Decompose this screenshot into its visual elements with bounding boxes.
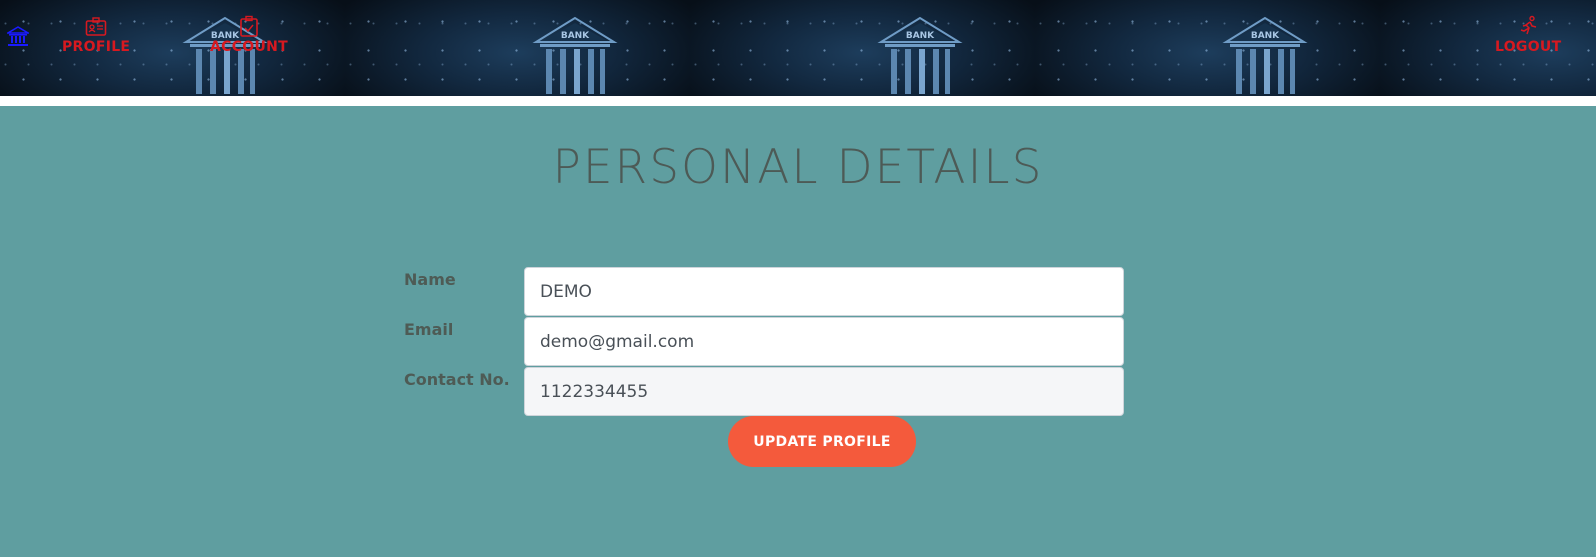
nav-profile-link[interactable]: PROFILE <box>62 17 130 55</box>
nav-logout-label: LOGOUT <box>1495 39 1562 55</box>
page-title: PERSONAL DETAILS <box>552 140 1044 195</box>
contact-label: Contact No. <box>404 370 510 389</box>
bank-banner-tile <box>0 0 345 96</box>
running-man-icon <box>1520 15 1537 35</box>
bank-banner-tile <box>1380 0 1596 96</box>
bank-banner-tile <box>690 0 1035 96</box>
nav-logout-link[interactable]: LOGOUT <box>1495 15 1561 55</box>
header-divider <box>0 96 1596 106</box>
bank-building-graphic: BANK <box>532 16 618 94</box>
bank-icon[interactable] <box>7 25 29 47</box>
name-label: Name <box>404 270 456 289</box>
nav-account-link[interactable]: ACCOUNT <box>210 15 288 55</box>
bank-banner-tile <box>345 0 690 96</box>
update-profile-button[interactable]: UPDATE PROFILE <box>728 416 916 467</box>
svg-text:BANK: BANK <box>1251 31 1280 41</box>
bank-building-graphic: BANK <box>877 16 963 94</box>
email-label: Email <box>404 320 454 339</box>
bank-banner-tile <box>1035 0 1380 96</box>
clipboard-icon <box>240 15 258 37</box>
nav-profile-label: PROFILE <box>62 39 131 55</box>
nav-account-label: ACCOUNT <box>210 39 289 55</box>
id-card-icon <box>85 17 107 36</box>
email-field[interactable] <box>524 317 1124 366</box>
svg-text:BANK: BANK <box>561 31 590 41</box>
bank-building-graphic: BANK <box>1222 16 1308 94</box>
header-banner: BANK BANK BANK BANK PROFILE ACCOUNT LOGO… <box>0 0 1596 96</box>
svg-text:BANK: BANK <box>906 31 935 41</box>
contact-field[interactable] <box>524 367 1124 416</box>
name-field[interactable] <box>524 267 1124 316</box>
